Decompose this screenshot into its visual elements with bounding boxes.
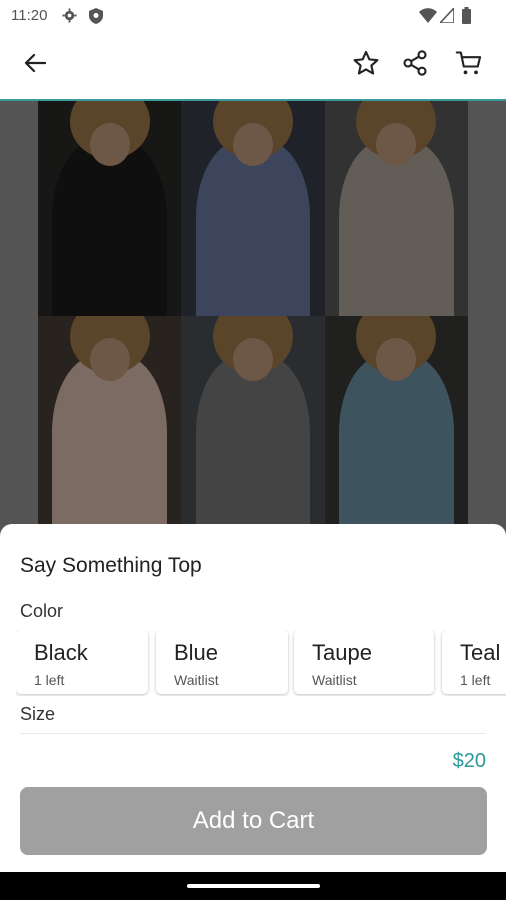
- color-options: Black 1 left Blue Waitlist Taupe Waitlis…: [16, 630, 506, 696]
- add-to-cart-button[interactable]: Add to Cart: [20, 787, 487, 855]
- color-option-stock: 1 left: [34, 672, 65, 688]
- shield-icon: [89, 8, 103, 29]
- arrow-left-icon: [24, 53, 47, 78]
- status-bar: 11:20: [0, 0, 506, 32]
- color-option-stock: Waitlist: [174, 672, 219, 688]
- top-toolbar: [0, 32, 506, 101]
- system-nav-bar: [0, 872, 506, 900]
- gear-icon: [62, 8, 77, 28]
- color-option-teal[interactable]: Teal 1 left: [442, 630, 506, 694]
- favorite-button[interactable]: [349, 48, 383, 82]
- image-dim-overlay: [0, 101, 506, 541]
- color-option-black[interactable]: Black 1 left: [16, 630, 148, 694]
- product-image[interactable]: [0, 101, 506, 541]
- color-option-name: Teal: [460, 640, 501, 665]
- size-label: Size: [20, 704, 56, 724]
- share-icon: [401, 49, 429, 82]
- color-option-taupe[interactable]: Taupe Waitlist: [294, 630, 434, 694]
- color-option-name: Black: [34, 640, 88, 665]
- color-option-blue[interactable]: Blue Waitlist: [156, 630, 288, 694]
- wifi-icon: [419, 8, 437, 28]
- battery-icon: [462, 7, 471, 29]
- status-time: 11:20: [11, 7, 48, 24]
- back-button[interactable]: [18, 48, 52, 82]
- color-option-stock: 1 left: [460, 672, 491, 688]
- star-outline-icon: [352, 49, 380, 82]
- signal-icon: [438, 5, 455, 28]
- product-options-sheet: Say Something Top Color Black 1 left Blu…: [0, 524, 506, 872]
- cart-icon: [455, 49, 483, 82]
- color-label: Color: [20, 601, 64, 621]
- cart-button[interactable]: [452, 48, 486, 82]
- product-title: Say Something Top: [20, 554, 202, 577]
- color-option-name: Blue: [174, 640, 219, 665]
- color-option-stock: Waitlist: [312, 672, 357, 688]
- share-button[interactable]: [398, 48, 432, 82]
- price: $20: [452, 750, 486, 772]
- divider: [20, 733, 486, 734]
- color-option-name: Taupe: [312, 640, 372, 665]
- home-indicator[interactable]: [187, 884, 320, 888]
